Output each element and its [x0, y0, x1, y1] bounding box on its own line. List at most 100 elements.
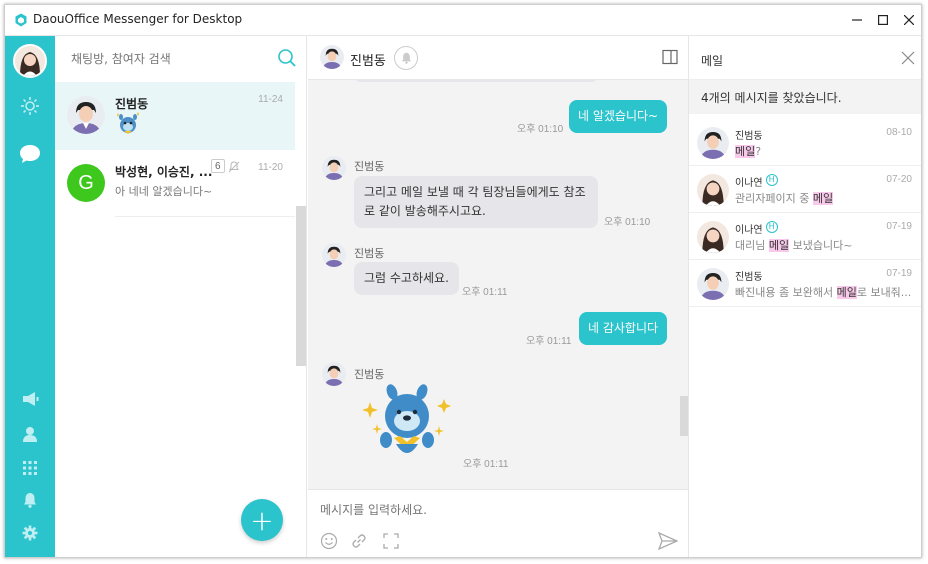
room-name: 박성현, 이승진, ...	[115, 165, 213, 179]
result-sender: 이나연 H	[735, 174, 778, 189]
chat-partner-avatar[interactable]	[320, 45, 344, 69]
incoming-message[interactable]: 그리고 메일 보낼 때 각 팀장님들에게도 참조 로 같이 발송해주시고요.	[354, 176, 598, 228]
previous-message-bubble	[354, 80, 598, 82]
chat-icon[interactable]	[18, 142, 42, 166]
title-bar: DaouOffice Messenger for Desktop	[5, 5, 921, 36]
snippet-match: 메일	[735, 145, 756, 158]
sender-name: 진범동	[354, 160, 385, 173]
notification-icon[interactable]	[18, 488, 42, 512]
sender-name: 진범동	[354, 368, 385, 381]
chat-title: 진범동	[350, 54, 386, 69]
notice-icon[interactable]	[18, 387, 42, 411]
incoming-message[interactable]: 그럼 수고하세요.	[354, 262, 459, 295]
search-keyword: 메일	[701, 54, 724, 68]
search-icon[interactable]	[277, 48, 297, 68]
search-result-item[interactable]: 진범동 07-19 빠진내용 좀 보완해서 메일로 보내줘...	[689, 260, 921, 307]
sender-name-text: 이나연	[735, 178, 763, 189]
message-time: 오후 01:11	[462, 287, 508, 298]
result-snippet: 대리님 메일 보냈습니다~	[735, 237, 852, 253]
status-badge: H	[765, 221, 778, 233]
result-date: 07-20	[886, 174, 912, 185]
snippet-match: 메일	[836, 286, 857, 299]
settings-icon[interactable]	[18, 521, 42, 545]
result-avatar	[697, 174, 729, 206]
man-avatar-icon	[322, 243, 346, 267]
outgoing-message[interactable]: 네 감사합니다	[579, 312, 668, 345]
result-snippet: 메일?	[735, 143, 761, 159]
maximize-button[interactable]	[871, 9, 895, 31]
result-sender: 이나연 H	[735, 221, 778, 236]
member-count-badge: 6	[211, 159, 225, 173]
list-divider	[115, 216, 295, 217]
emoji-icon[interactable]	[320, 532, 338, 550]
result-date: 07-19	[886, 221, 912, 232]
message-time: 오후 01:11	[463, 459, 509, 470]
result-sender: 진범동	[735, 272, 763, 283]
man-avatar-icon	[322, 156, 346, 180]
close-icon	[904, 15, 914, 25]
chat-notification-toggle[interactable]	[394, 46, 418, 70]
search-result-item[interactable]: 이나연 H 07-19 대리님 메일 보냈습니다~	[689, 213, 921, 260]
new-chat-button[interactable]: +	[241, 499, 283, 541]
man-avatar-icon	[697, 127, 729, 159]
room-name: 진범동	[115, 97, 149, 111]
contacts-icon[interactable]	[18, 422, 42, 446]
person-icon	[23, 427, 37, 442]
message-search-panel: 메일 4개의 메시지를 찾았습니다. 진범동 08-10 메일? 이나연 H 0…	[688, 36, 921, 557]
attachment-icon[interactable]	[350, 532, 368, 550]
message-time: 오후 01:10	[517, 124, 564, 135]
man-avatar-icon	[697, 268, 729, 300]
result-sender: 진범동	[735, 131, 763, 142]
search-result-item[interactable]: 이나연 H 07-20 관리자페이지 중 메일	[689, 166, 921, 213]
room-item-1[interactable]: 진범동 11-24	[55, 82, 295, 150]
chat-pane: 진범동 오후 01:10 네 알겠습니다~ 진범동 그리고 메일 보낼 때 각 …	[308, 36, 688, 557]
search-result-item[interactable]: 진범동 08-10 메일?	[689, 119, 921, 166]
message-list: 오후 01:10 네 알겠습니다~ 진범동 그리고 메일 보낼 때 각 팀장님들…	[308, 80, 688, 489]
result-snippet: 빠진내용 좀 보완해서 메일로 보내줘...	[735, 284, 911, 300]
status-icon[interactable]	[18, 94, 42, 118]
bell-icon	[401, 52, 411, 64]
message-time: 오후 01:11	[526, 336, 572, 347]
room-last-message: 아 네네 알겠습니다~	[115, 185, 213, 198]
gear-icon	[22, 525, 38, 541]
woman-avatar-icon	[697, 174, 729, 206]
snippet-after: ?	[755, 145, 762, 158]
split-view-icon[interactable]	[662, 49, 678, 65]
message-time: 오후 01:10	[604, 217, 651, 228]
status-badge: H	[765, 174, 778, 186]
bear-sticker-icon[interactable]	[362, 384, 452, 462]
chat-scrollbar[interactable]	[680, 396, 688, 436]
sticker-preview-icon	[117, 112, 139, 134]
room-search-input[interactable]	[71, 48, 271, 70]
send-icon[interactable]	[658, 532, 678, 550]
woman-avatar-icon	[15, 46, 45, 76]
result-snippet: 관리자페이지 중 메일	[735, 190, 834, 206]
sun-icon	[21, 97, 39, 115]
app-window: DaouOffice Messenger for Desktop 채팅방, 참여…	[4, 4, 922, 558]
sender-avatar	[322, 156, 346, 180]
close-button[interactable]	[897, 9, 921, 31]
chat-header: 진범동	[308, 36, 688, 80]
man-avatar-icon	[67, 96, 105, 134]
room-time: 11-20	[258, 162, 283, 173]
left-sidebar	[5, 36, 55, 557]
profile-avatar[interactable]	[13, 44, 47, 78]
bell-icon	[24, 493, 36, 508]
message-input[interactable]	[320, 500, 660, 520]
outgoing-message[interactable]: 네 알겠습니다~	[569, 100, 668, 133]
snippet-after: 보냈습니다~	[789, 239, 853, 252]
apps-icon[interactable]	[18, 456, 42, 480]
result-avatar	[697, 127, 729, 159]
result-date: 07-19	[886, 268, 912, 279]
close-icon[interactable]	[900, 50, 916, 66]
room-list-scrollbar[interactable]	[296, 206, 306, 366]
screen-capture-icon[interactable]	[382, 532, 400, 550]
window-title: DaouOffice Messenger for Desktop	[33, 12, 243, 26]
sender-avatar	[322, 362, 346, 386]
room-item-2[interactable]: G 박성현, 이승진, ... 6 11-20 아 네네 알겠습니다~	[55, 150, 295, 218]
woman-avatar-icon	[697, 221, 729, 253]
message-text-line: 그리고 메일 보낼 때 각 팀장님들에게도 참조	[364, 185, 586, 199]
minimize-button[interactable]	[845, 9, 869, 31]
speech-bubble-icon	[20, 145, 40, 163]
result-avatar	[697, 221, 729, 253]
